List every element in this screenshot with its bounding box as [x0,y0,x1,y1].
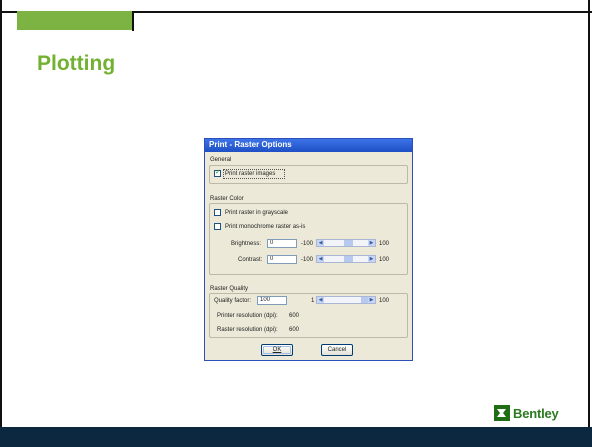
raster-resolution-value: 600 [289,327,300,333]
contrast-slider[interactable]: ◀ ▶ [316,255,376,263]
cancel-button-label: Cancel [327,347,347,353]
right-arrow-icon[interactable]: ▶ [368,297,375,303]
dialog-titlebar[interactable]: Print - Raster Options [205,139,412,152]
left-arrow-icon[interactable]: ◀ [317,240,324,246]
grayscale-checkbox[interactable] [214,209,221,216]
printer-resolution-value: 600 [289,313,300,319]
check-mark-icon: ✓ [215,169,221,176]
contrast-slider-thumb[interactable] [344,256,353,262]
title-accent-tab [17,11,132,30]
raster-color-group-label: Raster Color [210,196,244,202]
print-raster-images-checkbox[interactable]: ✓ [214,169,221,177]
quality-factor-input[interactable]: 100 [257,296,287,305]
bentley-logo: Bentley [494,404,559,422]
slide-title: Plotting [37,52,116,75]
bentley-logo-text: Bentley [513,405,559,421]
monochrome-label: Print monochrome raster as-is [225,224,306,230]
brightness-min: -100 [301,241,314,247]
brightness-slider[interactable]: ◀ ▶ [316,239,376,247]
right-border-rule [588,0,590,427]
monochrome-checkbox[interactable] [214,223,221,230]
brightness-slider-thumb[interactable] [344,240,353,246]
grayscale-label: Print raster in grayscale [225,210,289,216]
footer-bar [0,427,592,447]
ok-button-label: OK [272,347,282,353]
contrast-min: -100 [301,257,314,263]
right-arrow-icon[interactable]: ▶ [368,256,375,262]
cancel-button[interactable]: Cancel [321,344,353,356]
quality-factor-label: Quality factor: [214,298,252,304]
left-border-rule [0,0,2,427]
contrast-input[interactable]: 0 [267,255,297,264]
printer-resolution-label: Printer resolution (dpi): [217,313,278,319]
raster-options-dialog: Print - Raster Options General ✓ Print r… [204,138,413,361]
right-arrow-icon[interactable]: ▶ [368,240,375,246]
raster-resolution-label: Raster resolution (dpi): [217,327,278,333]
slide: Plotting Print - Raster Options General … [0,0,592,447]
dialog-title: Print - Raster Options [209,140,292,149]
brightness-max: 100 [379,241,390,247]
brightness-label: Brightness: [231,241,262,247]
general-group-label: General [210,157,232,163]
raster-quality-group-label: Raster Quality [210,286,249,292]
contrast-label: Contrast: [238,257,263,263]
quality-factor-slider[interactable]: ◀ ▶ [316,296,376,304]
ok-button[interactable]: OK [261,344,293,356]
bentley-logo-icon [494,405,510,421]
left-arrow-icon[interactable]: ◀ [317,256,324,262]
quality-factor-min: 1 [311,298,315,304]
brightness-input[interactable]: 0 [267,239,297,248]
accent-tab-divider [132,11,134,31]
contrast-max: 100 [379,257,390,263]
print-raster-images-label: Print raster images [225,171,276,177]
quality-factor-max: 100 [379,298,390,304]
left-arrow-icon[interactable]: ◀ [317,297,324,303]
